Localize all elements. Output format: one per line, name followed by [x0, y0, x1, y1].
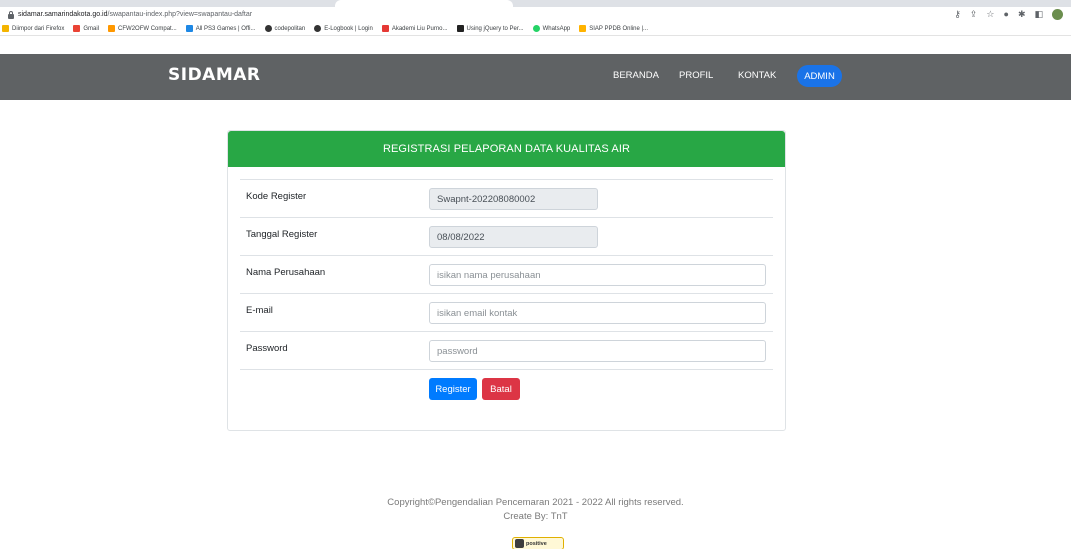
nav-profil[interactable]: PROFIL — [679, 70, 713, 81]
form-row-nama-perusahaan: Nama Perusahaan — [240, 255, 773, 293]
card-title: REGISTRASI PELAPORAN DATA KUALITAS AIR — [228, 131, 785, 167]
form-row-tanggal-register: Tanggal Register 08/08/2022 — [240, 217, 773, 255]
email-input-wrap[interactable] — [429, 302, 766, 324]
bookmark-label: Gmail — [83, 25, 100, 32]
url-host: sidamar.samarindakota.go.id — [18, 11, 108, 18]
form-row-email: E-mail — [240, 293, 773, 331]
password-input-wrap[interactable] — [429, 340, 766, 362]
url-path: /swapantau-index.php?view=swapantau-daft… — [107, 11, 253, 18]
bookmark-item[interactable]: Akademi Liu Purno... — [381, 25, 448, 32]
register-button[interactable]: Register — [429, 378, 477, 400]
site-footer: Copyright©Pengendalian Pencemaran 2021 -… — [0, 496, 1071, 524]
whatsapp-icon — [532, 25, 540, 32]
nama-perusahaan-input[interactable] — [437, 269, 758, 281]
bookmark-label: Using jQuery to Per... — [466, 25, 524, 32]
field-label: Tanggal Register — [246, 229, 318, 240]
field-label: Kode Register — [246, 191, 307, 202]
bookmark-label: Akademi Liu Purno... — [391, 25, 448, 32]
bookmark-item[interactable]: Gmail — [73, 25, 99, 32]
bookmark-label: Diimpor dari Firefox — [12, 25, 65, 32]
bookmark-label: codepolitan — [274, 25, 306, 32]
bookmark-item[interactable]: SIAP PPDB Online |... — [579, 25, 648, 32]
tanggal-register-field: 08/08/2022 — [429, 226, 598, 248]
browser-tab-strip — [0, 0, 1071, 7]
share-icon[interactable]: ⇪ — [970, 9, 978, 20]
globe-icon — [314, 25, 322, 32]
extension-icon[interactable]: ● — [1004, 9, 1009, 20]
lock-icon[interactable] — [7, 10, 15, 19]
bookmark-favicon — [381, 25, 389, 32]
bookmark-item[interactable]: WhatsApp — [532, 25, 571, 32]
admin-button[interactable]: ADMIN — [797, 65, 842, 87]
email-input[interactable] — [437, 307, 758, 319]
bookmark-label: E-Logbook | Login — [324, 25, 373, 32]
nav-kontak[interactable]: KONTAK — [738, 70, 776, 81]
field-label: Password — [246, 343, 288, 354]
address-bar[interactable]: sidamar.samarindakota.go.id/swapantau-in… — [0, 7, 1071, 22]
star-icon[interactable]: ☆ — [986, 9, 994, 20]
url-text[interactable]: sidamar.samarindakota.go.id/swapantau-in… — [18, 11, 252, 18]
cancel-button[interactable]: Batal — [482, 378, 520, 400]
key-icon[interactable]: ⚷ — [954, 9, 961, 20]
password-input[interactable] — [437, 345, 758, 357]
registration-card: REGISTRASI PELAPORAN DATA KUALITAS AIR K… — [227, 130, 786, 431]
form-row-password: Password — [240, 331, 773, 369]
bookmarks-bar: Diimpor dari Firefox Gmail CFW2OFW Compa… — [0, 22, 1071, 36]
credit-text: Create By: TnT — [503, 511, 568, 522]
bookmark-item[interactable]: Using jQuery to Per... — [456, 25, 524, 32]
field-label: E-mail — [246, 305, 273, 316]
form-row-kode-register: Kode Register Swapnt-202208080002 — [240, 179, 773, 217]
sidepanel-icon[interactable]: ◧ — [1034, 9, 1043, 20]
bookmark-item[interactable]: Diimpor dari Firefox — [2, 25, 64, 32]
nav-links: BERANDA PROFIL KONTAK — [0, 54, 1071, 100]
bookmark-item[interactable]: codepolitan — [264, 25, 306, 32]
lock-icon — [515, 539, 524, 548]
bookmark-item[interactable]: CFW2OFW Compat... — [108, 25, 177, 32]
kode-register-field: Swapnt-202208080002 — [429, 188, 598, 210]
bookmark-label: SIAP PPDB Online |... — [589, 25, 649, 32]
site-navbar: SIDAMAR BERANDA PROFIL KONTAK ADMIN — [0, 54, 1071, 100]
ssl-badge[interactable]: positive — [512, 537, 564, 549]
field-label: Nama Perusahaan — [246, 267, 326, 278]
puzzle-icon[interactable]: ✱ — [1018, 9, 1026, 20]
bookmark-item[interactable]: E-Logbook | Login — [314, 25, 373, 32]
browser-actions: ⚷ ⇪ ☆ ● ✱ ◧ — [954, 9, 1063, 20]
copyright-text: Copyright©Pengendalian Pencemaran 2021 -… — [387, 497, 684, 508]
bookmark-item[interactable]: All PS3 Games | Offi... — [185, 25, 256, 32]
form-row-actions: Register Batal — [240, 369, 773, 407]
profile-avatar[interactable] — [1052, 9, 1063, 20]
bookmark-label: CFW2OFW Compat... — [118, 25, 177, 32]
bookmark-favicon — [185, 25, 193, 32]
bookmark-favicon — [579, 25, 587, 32]
bookmark-favicon — [456, 25, 464, 32]
nama-perusahaan-input-wrap[interactable] — [429, 264, 766, 286]
active-tab[interactable] — [335, 0, 513, 7]
bookmark-favicon — [108, 25, 116, 32]
folder-icon — [2, 25, 9, 32]
bookmark-label: WhatsApp — [542, 25, 571, 32]
bookmark-label: All PS3 Games | Offi... — [195, 25, 256, 32]
gmail-icon — [73, 25, 81, 32]
badge-text: positive — [526, 540, 547, 547]
globe-icon — [264, 25, 272, 32]
nav-beranda[interactable]: BERANDA — [613, 70, 659, 81]
